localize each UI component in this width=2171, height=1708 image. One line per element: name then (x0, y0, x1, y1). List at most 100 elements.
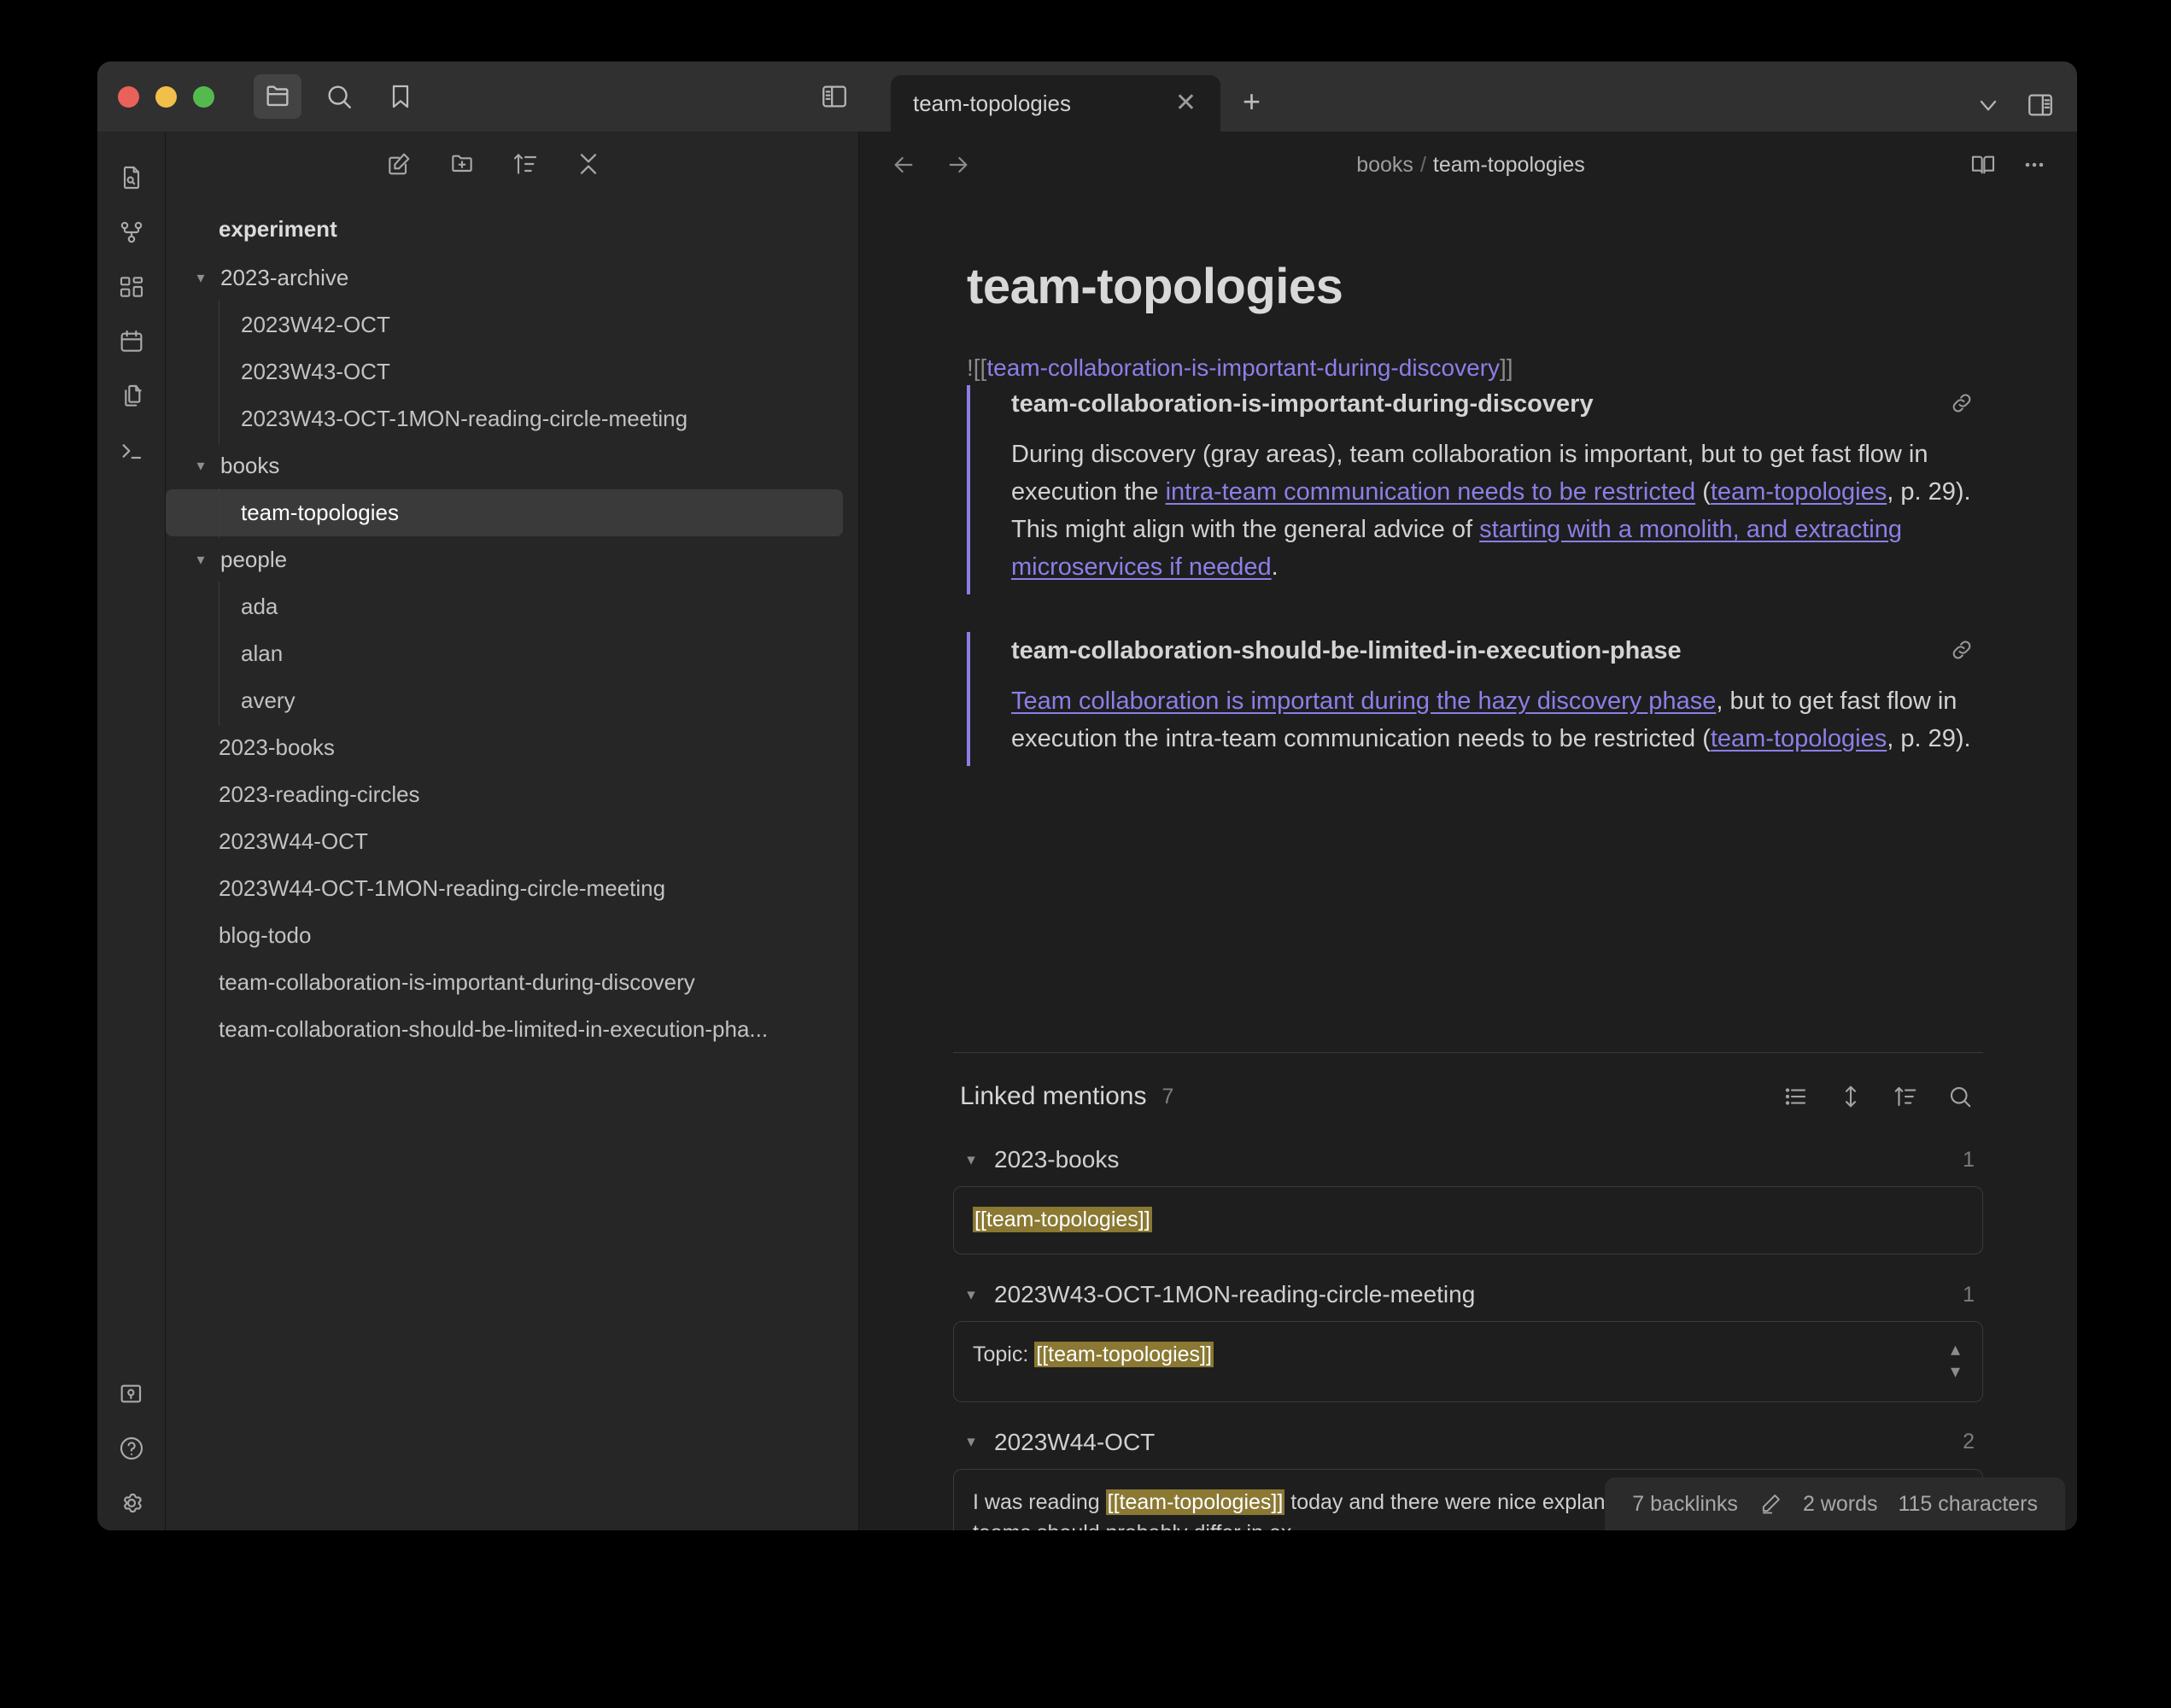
tree-file-2023-books[interactable]: 2023-books (166, 724, 843, 771)
tree-folder-books[interactable]: ▾ books (166, 442, 843, 489)
link-icon[interactable] (1949, 390, 1975, 416)
arrow-left-icon[interactable] (890, 151, 917, 178)
left-sidebar-toggle-icon[interactable] (820, 82, 849, 111)
backlink-result[interactable]: [[team-topologies]] (953, 1186, 1983, 1255)
chevron-down-icon[interactable]: ▾ (960, 1285, 982, 1305)
status-word-count[interactable]: 2 words (1803, 1492, 1878, 1517)
embed-link-part[interactable]: Team collaboration is important during t… (1011, 687, 1716, 715)
maximize-window-button[interactable] (193, 85, 214, 108)
tree-folder-people[interactable]: ▾ people (166, 536, 843, 583)
tree-file-team-collaboration-should-be-limited-in-execution-phase[interactable]: team-collaboration-should-be-limited-in-… (166, 1006, 843, 1053)
chevron-down-icon[interactable]: ▾ (190, 551, 212, 569)
backlink-result[interactable]: Topic: [[team-topologies]] ▴ ▾ (953, 1321, 1983, 1402)
window-controls (118, 85, 214, 108)
search-icon[interactable] (315, 74, 363, 119)
close-window-button[interactable] (118, 85, 139, 108)
bookmark-icon[interactable] (377, 74, 424, 119)
backlink-group-2023-books[interactable]: ▾ 2023-books 1 (953, 1133, 1983, 1186)
embed-link-part[interactable]: team-topologies (1711, 478, 1887, 506)
tree-item-label: team-collaboration-should-be-limited-in-… (219, 1016, 769, 1042)
chevron-up-icon[interactable]: ▴ (1951, 1339, 1960, 1360)
sort-order-icon[interactable] (1893, 1084, 1918, 1109)
embed-source-line[interactable]: ![[team-collaboration-is-important-durin… (967, 354, 1975, 382)
tree-file-alan[interactable]: alan (166, 629, 843, 679)
embedded-note-2: team-collaboration-should-be-limited-in-… (967, 632, 1975, 767)
breadcrumb: books / team-topologies (972, 153, 1969, 178)
copy-files-icon[interactable] (108, 369, 155, 424)
folder-icon[interactable] (254, 74, 301, 119)
more-options-icon[interactable] (2021, 151, 2048, 178)
breadcrumb-separator: / (1419, 152, 1426, 177)
tree-file-2023W44-OCT-1MON-reading-circle-meeting[interactable]: 2023W44-OCT-1MON-reading-circle-meeting (166, 865, 843, 912)
backlink-group-name: 2023W44-OCT (994, 1428, 1156, 1455)
calendar-icon[interactable] (108, 314, 155, 369)
linked-mentions-count: 7 (1162, 1084, 1174, 1108)
breadcrumb-folder[interactable]: books (1356, 153, 1413, 177)
embed-link-label[interactable]: team-collaboration-is-important-during-d… (986, 354, 1500, 381)
link-icon[interactable] (1949, 637, 1975, 663)
tree-file-2023W43-OCT-1MON-reading-circle-meeting[interactable]: 2023W43-OCT-1MON-reading-circle-meeting (166, 394, 843, 444)
backlink-result-text: [[team-topologies]] (973, 1204, 1960, 1235)
chevron-down-icon[interactable]: ▾ (190, 269, 212, 287)
help-icon[interactable] (108, 1421, 155, 1476)
collapse-all-icon[interactable] (575, 150, 602, 178)
tree-file-blog-todo[interactable]: blog-todo (166, 912, 843, 959)
list-view-icon[interactable] (1783, 1084, 1809, 1109)
settings-gear-icon[interactable] (108, 1476, 155, 1530)
right-sidebar-toggle-icon[interactable] (2026, 91, 2055, 120)
tree-file-2023W42-OCT[interactable]: 2023W42-OCT (166, 300, 843, 350)
collapse-expand-icon[interactable] (1838, 1084, 1864, 1109)
new-note-icon[interactable] (385, 150, 413, 178)
pencil-icon[interactable] (1758, 1492, 1782, 1516)
breadcrumb-file[interactable]: team-topologies (1433, 153, 1585, 177)
sort-icon[interactable] (512, 150, 539, 178)
tree-item-label: avery (241, 687, 296, 713)
embed-link-part[interactable]: intra-team communication needs to be res… (1166, 478, 1696, 506)
minimize-window-button[interactable] (155, 85, 177, 108)
search-backlinks-icon[interactable] (1947, 1084, 1973, 1109)
tree-file-team-collaboration-is-important-during-discovery[interactable]: team-collaboration-is-important-during-d… (166, 959, 843, 1006)
status-character-count[interactable]: 115 characters (1898, 1492, 2038, 1517)
terminal-icon[interactable] (108, 424, 155, 478)
embed-link-part[interactable]: team-topologies (1711, 725, 1887, 752)
embed-body: Team collaboration is important during t… (1011, 682, 1975, 757)
tree-file-2023-reading-circles[interactable]: 2023-reading-circles (166, 771, 843, 818)
backlink-group-2023W44-OCT[interactable]: ▾ 2023W44-OCT 2 (953, 1416, 1983, 1469)
graph-icon[interactable] (108, 205, 155, 260)
backlink-group-name: 2023-books (994, 1146, 1120, 1173)
chevron-down-icon[interactable]: ▾ (190, 457, 212, 475)
embed-heading-row: team-collaboration-should-be-limited-in-… (1011, 637, 1975, 665)
new-tab-button[interactable]: + (1243, 84, 1261, 120)
chevron-down-icon[interactable]: ▾ (960, 1432, 982, 1452)
file-search-icon[interactable] (108, 150, 155, 205)
tree-folder-2023-archive[interactable]: ▾ 2023-archive (166, 254, 843, 301)
chevron-down-icon[interactable] (1975, 91, 2002, 119)
tree-file-2023W43-OCT[interactable]: 2023W43-OCT (166, 347, 843, 397)
backlink-plain-text: I was reading (973, 1489, 1106, 1514)
backlink-result-text: Topic: [[team-topologies]] (973, 1339, 1935, 1370)
new-folder-icon[interactable] (448, 150, 476, 178)
tree-item-label: 2023W44-OCT (219, 828, 368, 854)
title-bar-left (97, 61, 871, 132)
page-title: team-topologies (967, 259, 1343, 314)
tree-item-label: books (220, 453, 280, 478)
status-backlinks-count[interactable]: 7 backlinks (1632, 1492, 1738, 1517)
tree-item-label: 2023-books (219, 734, 335, 760)
tree-file-team-topologies[interactable]: team-topologies (166, 488, 843, 538)
book-open-icon[interactable] (1969, 151, 1997, 178)
tree-file-ada[interactable]: ada (166, 582, 843, 632)
editor-content[interactable]: team-topologies ![[team-collaboration-is… (859, 198, 2077, 1052)
canvas-grid-icon[interactable] (108, 260, 155, 314)
chevron-down-icon[interactable]: ▾ (1951, 1361, 1960, 1382)
tree-file-2023W44-OCT[interactable]: 2023W44-OCT (166, 818, 843, 865)
result-expand-arrows[interactable]: ▴ ▾ (1951, 1339, 1960, 1383)
tree-file-avery[interactable]: avery (166, 676, 843, 726)
close-tab-icon[interactable]: ✕ (1170, 91, 1202, 116)
title-bar: team-topologies ✕ + (97, 61, 2077, 132)
vault-icon[interactable] (108, 1366, 155, 1421)
tab-team-topologies[interactable]: team-topologies ✕ (891, 75, 1220, 132)
chevron-down-icon[interactable]: ▾ (960, 1150, 982, 1170)
backlink-group-2023W43-OCT-1MON-reading-circle-meeting[interactable]: ▾ 2023W43-OCT-1MON-reading-circle-meetin… (953, 1268, 1983, 1321)
tree-item-label: blog-todo (219, 922, 312, 948)
arrow-right-icon[interactable] (945, 151, 972, 178)
